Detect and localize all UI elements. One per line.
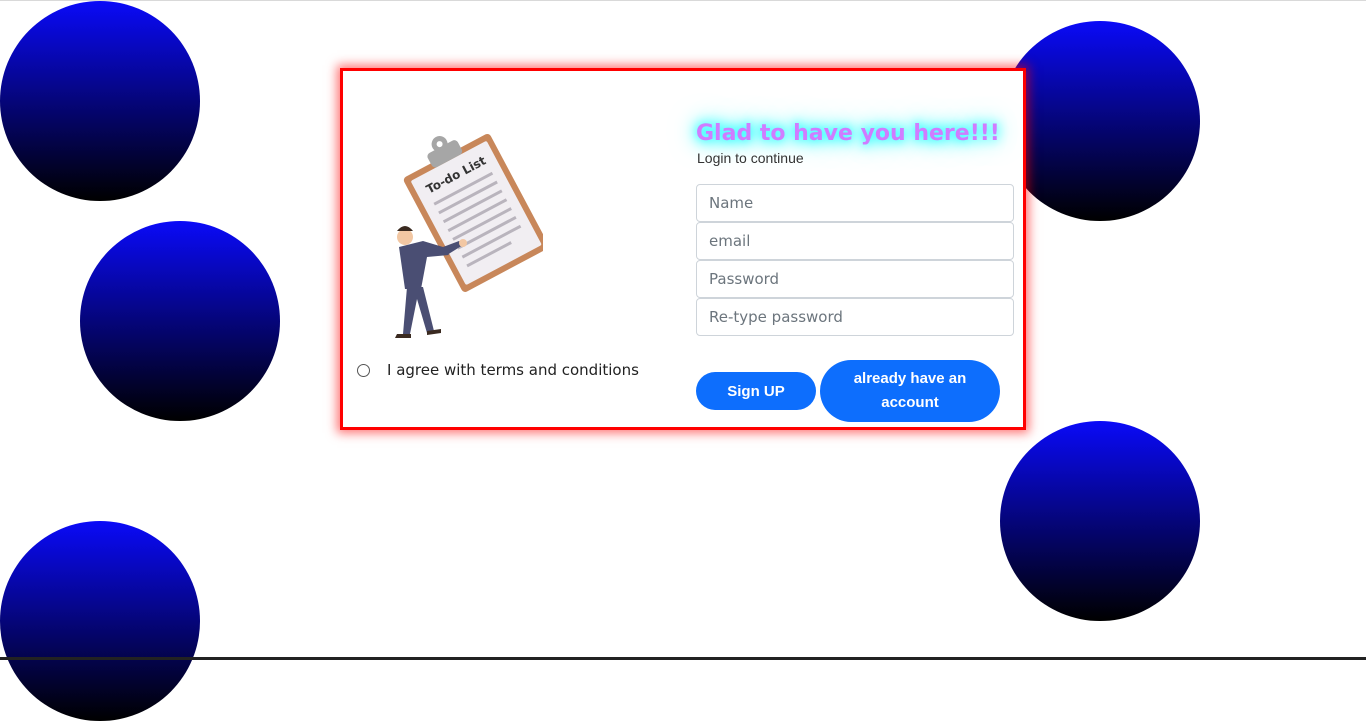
terms-label: I agree with terms and conditions [387, 361, 639, 379]
welcome-heading: Glad to have you here!!! [696, 121, 1000, 146]
email-input[interactable] [696, 222, 1014, 260]
decor-circle-top-right [1000, 21, 1200, 221]
signup-card: To-do List I agree with terms and condit… [340, 68, 1026, 430]
decor-circle-bottom-left [0, 521, 200, 721]
terms-radio[interactable] [357, 363, 370, 377]
password-input[interactable] [696, 260, 1014, 298]
terms-row: I agree with terms and conditions [356, 361, 639, 379]
name-input[interactable] [696, 184, 1014, 222]
signup-button[interactable]: Sign UP [696, 372, 816, 410]
todo-list-illustration: To-do List [395, 133, 543, 338]
decor-circle-mid-left [80, 221, 280, 421]
login-subheading: Login to continue [697, 150, 804, 166]
already-have-account-button[interactable]: already have an account [820, 360, 1000, 422]
top-border-line [0, 0, 1366, 1]
decor-circle-top-left [0, 1, 200, 201]
retype-password-input[interactable] [696, 298, 1014, 336]
decor-circle-bottom-right [1000, 421, 1200, 621]
